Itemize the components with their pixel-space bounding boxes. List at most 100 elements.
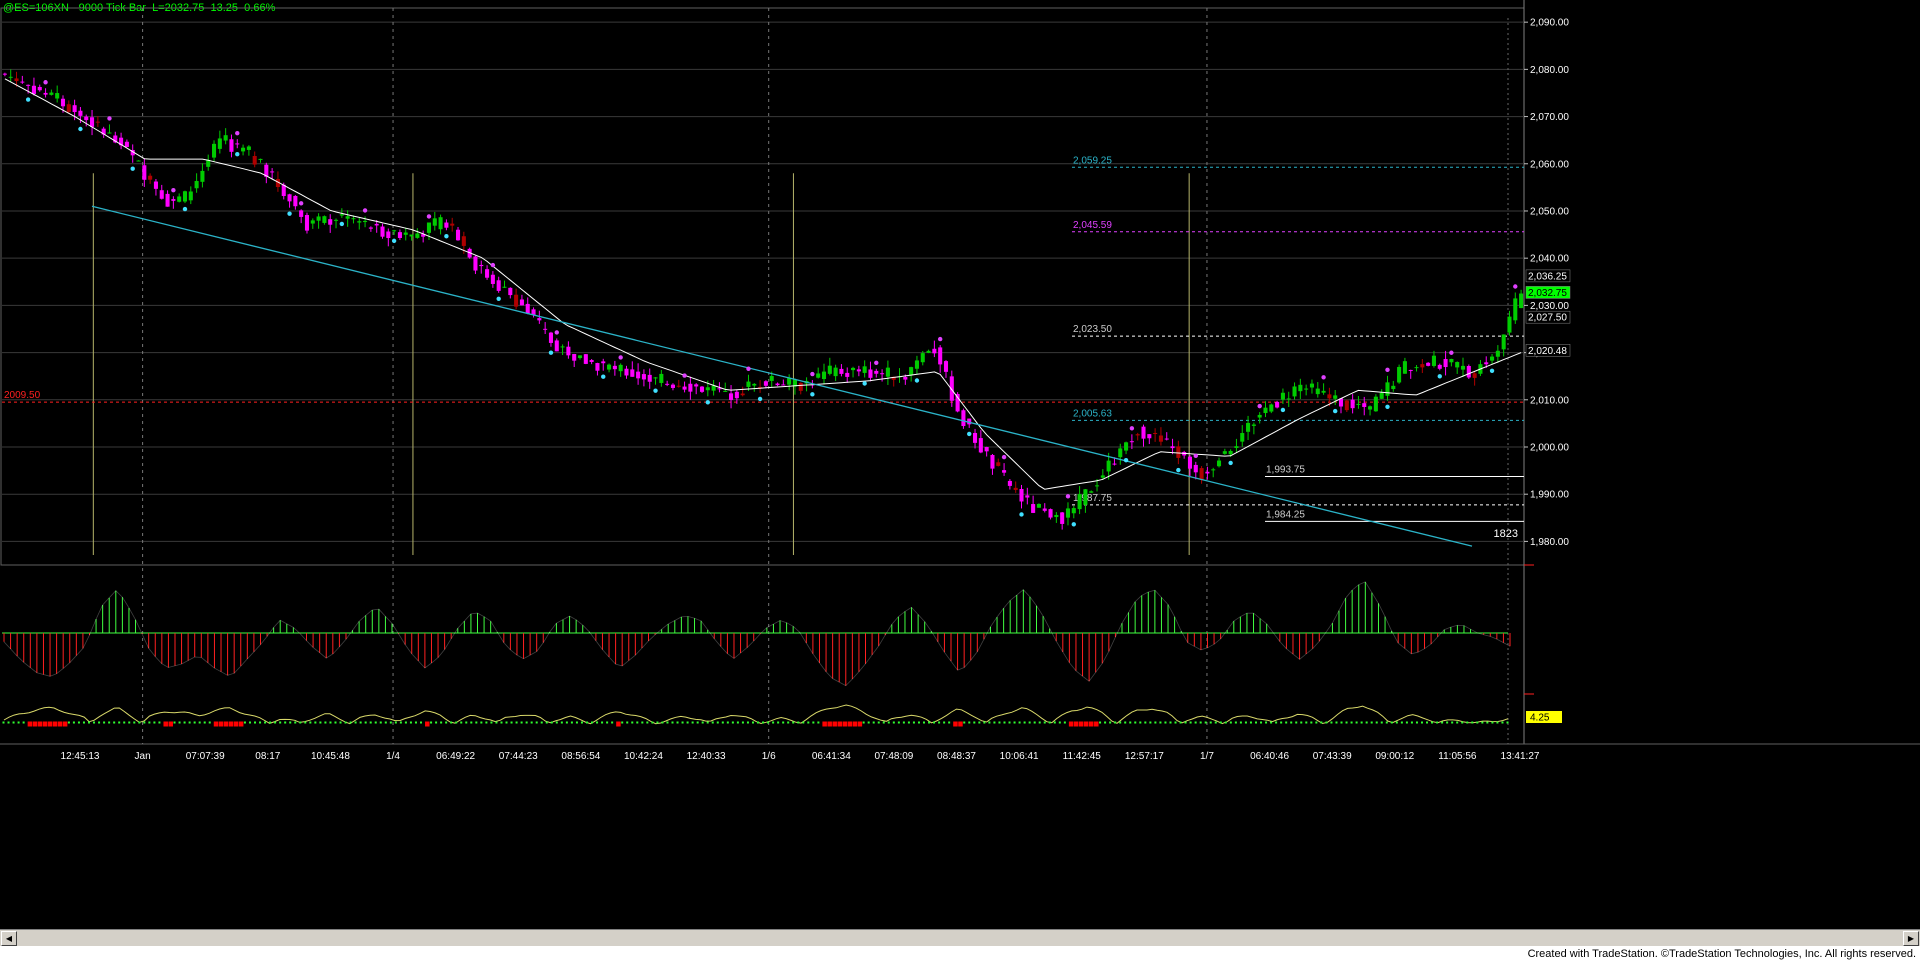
swing-high-dot bbox=[554, 330, 559, 335]
candle-body bbox=[874, 370, 879, 374]
signal-dot bbox=[757, 721, 760, 724]
candle-body bbox=[409, 234, 414, 237]
candle-body bbox=[502, 286, 507, 288]
signal-dot bbox=[671, 721, 674, 724]
signal-dot bbox=[1214, 721, 1217, 724]
candle-body bbox=[723, 390, 728, 392]
candle-body bbox=[641, 374, 646, 380]
candle-body bbox=[200, 170, 205, 182]
signal-dot bbox=[1456, 721, 1459, 724]
candle-body bbox=[1426, 362, 1431, 366]
candle-body bbox=[1234, 446, 1239, 449]
swing-low-dot bbox=[1019, 512, 1024, 517]
copyright-text: Created with TradeStation. ©TradeStation… bbox=[1527, 948, 1916, 960]
signal-dot bbox=[198, 721, 201, 724]
price-tag-label: 2,032.75 bbox=[1528, 288, 1567, 299]
candle-body bbox=[1211, 469, 1216, 471]
candle-body bbox=[508, 287, 513, 296]
signal-dot bbox=[938, 721, 941, 724]
candle-body bbox=[1460, 365, 1466, 370]
signal-dot bbox=[1244, 721, 1247, 724]
candle-body bbox=[996, 462, 1001, 466]
candle-body bbox=[1373, 396, 1378, 412]
signal-dot bbox=[88, 721, 91, 724]
signal-dot bbox=[1028, 721, 1031, 724]
horizontal-scrollbar[interactable]: ◀ ▶ bbox=[0, 929, 1920, 946]
signal-dot bbox=[228, 721, 234, 727]
signal-dot bbox=[505, 721, 508, 724]
swing-low-dot bbox=[339, 221, 345, 227]
trendline bbox=[91, 205, 1473, 547]
price-chart[interactable]: 2,059.25 2,045.59 2,023.50 2009.50 2,005.63 1… bbox=[0, 0, 1920, 929]
price-tag-label: 2,020.48 bbox=[1528, 346, 1567, 357]
candle-body bbox=[624, 368, 629, 376]
candle-body bbox=[978, 438, 983, 453]
signal-dot bbox=[243, 721, 246, 724]
signal-dot bbox=[1310, 721, 1313, 724]
swing-high-dot bbox=[490, 262, 496, 268]
signal-dot bbox=[1400, 721, 1403, 724]
signal-dot bbox=[676, 721, 679, 724]
signal-dot bbox=[1184, 721, 1187, 724]
signal-dot bbox=[153, 721, 156, 724]
candle-body bbox=[990, 454, 995, 469]
signal-dot bbox=[1094, 721, 1099, 727]
signal-dot bbox=[691, 721, 694, 724]
signal-dot bbox=[399, 721, 402, 724]
price-level-label: 2,059.25 bbox=[1073, 155, 1112, 166]
signal-dot bbox=[1219, 721, 1222, 724]
candle-body bbox=[717, 388, 722, 390]
candle-body bbox=[938, 347, 943, 365]
swing-high-dot bbox=[426, 214, 432, 219]
swing-low-dot bbox=[1385, 404, 1390, 410]
candle-body bbox=[461, 236, 466, 246]
signal-dot bbox=[611, 721, 614, 724]
candle-body bbox=[1187, 456, 1193, 469]
candle-body bbox=[1089, 491, 1094, 493]
candle-body bbox=[1466, 366, 1471, 378]
swing-high-dot bbox=[1257, 403, 1262, 409]
candle-body bbox=[1490, 356, 1495, 361]
swing-high-dot bbox=[937, 336, 943, 342]
signal-dot bbox=[173, 721, 176, 724]
signal-dot bbox=[430, 721, 433, 724]
candle-body bbox=[1240, 433, 1245, 442]
signal-dot bbox=[324, 721, 327, 724]
price-tag-label: 2,027.50 bbox=[1528, 313, 1567, 324]
signal-dot bbox=[515, 721, 518, 724]
candle-body bbox=[862, 366, 867, 373]
signal-dot bbox=[1239, 721, 1242, 724]
signal-dot bbox=[103, 721, 106, 724]
candle-body bbox=[397, 232, 402, 238]
signal-dot bbox=[626, 721, 629, 724]
signal-dot bbox=[882, 721, 885, 724]
signal-dot bbox=[736, 721, 739, 724]
signal-dot bbox=[490, 721, 493, 724]
candle-body bbox=[880, 373, 885, 375]
scroll-right-button[interactable]: ▶ bbox=[1903, 931, 1919, 946]
x-tick-label: 11:05:56 bbox=[1438, 751, 1477, 762]
candle-body bbox=[124, 141, 129, 147]
signal-dot bbox=[1441, 721, 1444, 724]
candle-body bbox=[1455, 362, 1460, 368]
signal-dot bbox=[1375, 721, 1378, 724]
candle-body bbox=[543, 328, 548, 330]
candle-body bbox=[734, 391, 739, 399]
candle-body bbox=[1228, 450, 1233, 455]
signal-dot bbox=[1370, 721, 1373, 724]
signal-dot bbox=[1199, 721, 1202, 724]
signal-dot bbox=[1043, 721, 1046, 724]
signal-dot bbox=[656, 721, 659, 724]
scroll-left-button[interactable]: ◀ bbox=[1, 931, 17, 946]
signal-dot bbox=[414, 721, 417, 724]
candle-body bbox=[577, 355, 583, 359]
x-tick-label: 1/6 bbox=[762, 751, 776, 762]
signal-dot bbox=[1325, 721, 1328, 724]
candle-body bbox=[14, 78, 19, 82]
candle-body bbox=[1176, 446, 1181, 458]
signal-dot bbox=[455, 721, 458, 724]
candle-body bbox=[1507, 316, 1512, 333]
signal-dot bbox=[928, 721, 931, 724]
signal-dot bbox=[1506, 721, 1509, 724]
candle-body bbox=[519, 299, 524, 306]
